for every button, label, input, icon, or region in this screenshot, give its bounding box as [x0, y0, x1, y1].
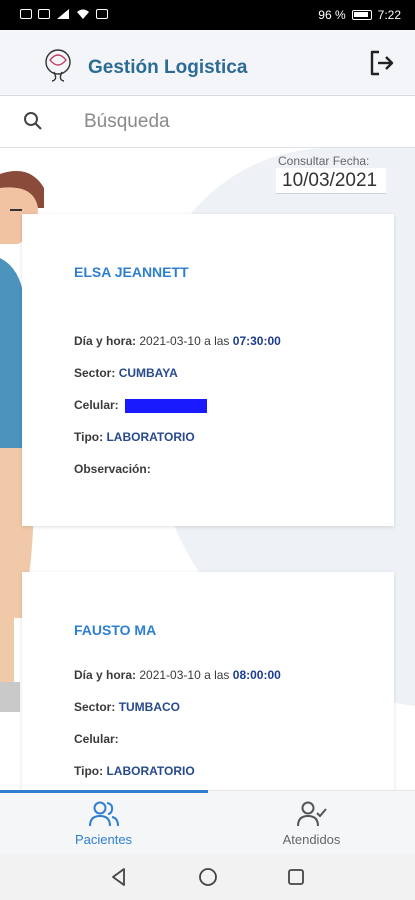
search-icon [24, 112, 42, 130]
status-icons [20, 8, 108, 20]
observation-label: Observación: [74, 462, 151, 476]
date-filter-label: Consultar Fecha: [278, 154, 370, 168]
type-label: Tipo: [74, 430, 104, 444]
system-nav-bar [0, 854, 415, 900]
patient-name: FAUSTO MA [74, 622, 157, 638]
patient-card[interactable]: FAUSTO MA Día y hora: 2021-03-10 a las 0… [22, 572, 394, 790]
type-row: Tipo: LABORATORIO [74, 430, 195, 444]
clock: 7:22 [377, 8, 401, 22]
sector-label: Sector: [74, 700, 116, 714]
users-icon [89, 801, 119, 827]
datetime-label: Día y hora: [74, 668, 137, 682]
logout-icon[interactable] [367, 48, 397, 78]
back-icon[interactable] [108, 866, 130, 888]
type-label: Tipo: [74, 764, 104, 778]
signal-icon [57, 9, 69, 19]
tab-pacientes-label: Pacientes [74, 832, 133, 847]
app-title: Gestión Logistica [88, 57, 248, 78]
tab-atendidos-label: Atendidos [282, 832, 341, 847]
notification-icon [20, 9, 32, 19]
sector-value: CUMBAYA [118, 366, 178, 380]
redacted-phone [125, 398, 208, 413]
notification-icon-2 [38, 9, 50, 19]
home-icon[interactable] [197, 866, 219, 888]
battery-percent: 96 % [318, 8, 346, 22]
status-bar: 96 % 7:22 [0, 0, 415, 30]
sector-row: Sector: TUMBACO [74, 700, 180, 714]
patient-list[interactable]: Consultar Fecha: 10/03/2021 ELSA JEANNET… [0, 148, 415, 790]
battery-icon [351, 10, 372, 20]
app-header: Gestión Logistica [0, 30, 415, 96]
bottom-nav: Pacientes Atendidos [0, 790, 415, 854]
observation-row: Observación: [74, 462, 151, 476]
recents-icon[interactable] [285, 866, 307, 888]
datetime-row: Día y hora: 2021-03-10 a las 08:00:00 [74, 668, 281, 682]
phone-label: Celular: [74, 398, 119, 412]
phone-label: Celular: [74, 732, 119, 746]
date-filter-field[interactable]: 10/03/2021 [276, 168, 386, 194]
date-text: 2021-03-10 a las [139, 334, 230, 348]
sector-label: Sector: [74, 366, 116, 380]
phone-row: Celular: [74, 732, 119, 746]
datetime-label: Día y hora: [74, 334, 137, 348]
type-value: LABORATORIO [106, 764, 195, 778]
tab-pacientes[interactable]: Pacientes [0, 791, 207, 855]
type-value: LABORATORIO [106, 430, 195, 444]
appointment-time: 08:00:00 [232, 668, 281, 682]
vibrate-icon [96, 9, 108, 19]
app-logo [45, 49, 71, 82]
datetime-row: Día y hora: 2021-03-10 a las 07:30:00 [74, 334, 281, 348]
type-row: Tipo: LABORATORIO [74, 764, 195, 778]
patient-card[interactable]: ELSA JEANNETT Día y hora: 2021-03-10 a l… [22, 214, 394, 526]
search-bar [0, 96, 415, 148]
user-check-icon [297, 801, 327, 827]
sector-row: Sector: CUMBAYA [74, 366, 178, 380]
date-text: 2021-03-10 a las [139, 668, 230, 682]
search-input[interactable] [84, 106, 384, 138]
tab-atendidos[interactable]: Atendidos [208, 791, 415, 855]
wifi-icon [77, 9, 89, 19]
phone-row: Celular: [74, 398, 208, 413]
appointment-time: 07:30:00 [232, 334, 281, 348]
sector-value: TUMBACO [118, 700, 181, 714]
patient-name: ELSA JEANNETT [74, 264, 189, 280]
